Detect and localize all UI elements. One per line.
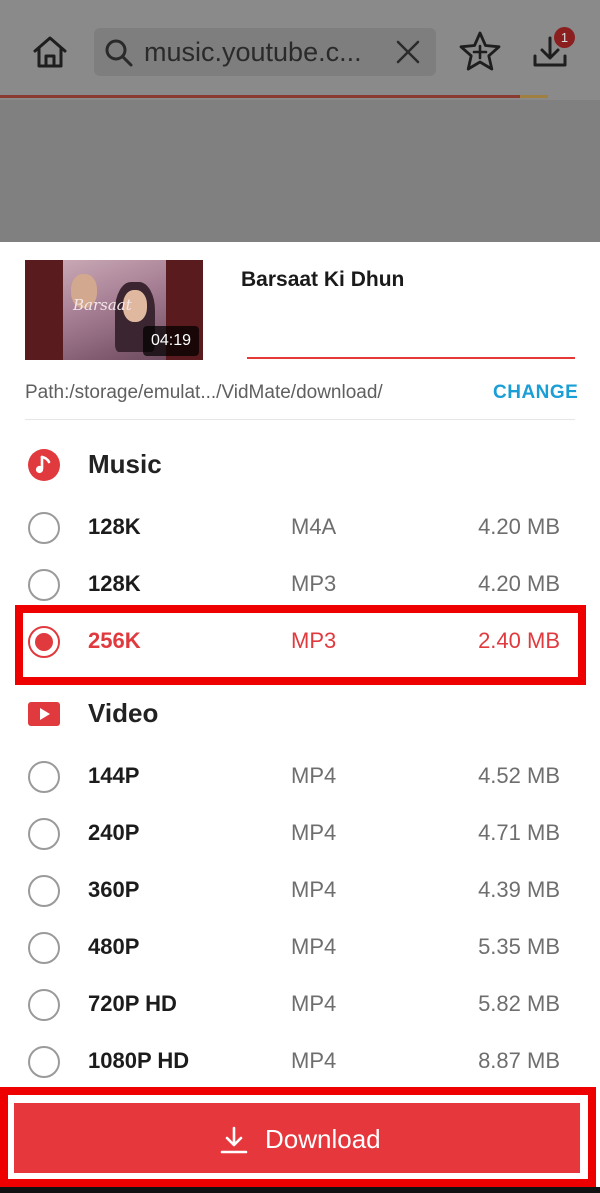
download-count-badge: 1 — [554, 27, 575, 48]
format-option-row[interactable]: 1080P HD MP4 8.87 MB — [0, 1040, 600, 1084]
option-size: 8.87 MB — [478, 1048, 560, 1073]
option-quality: 144P — [88, 763, 140, 788]
url-bar[interactable]: music.youtube.c... — [94, 28, 436, 76]
format-option-row[interactable]: 720P HD MP4 5.82 MB — [0, 983, 600, 1027]
format-option-row[interactable]: 240P MP4 4.71 MB — [0, 812, 600, 856]
video-play-icon — [28, 702, 60, 726]
download-button-label: Download — [265, 1124, 381, 1154]
option-format: MP4 — [291, 991, 337, 1016]
option-format: MP4 — [291, 877, 337, 902]
bottom-edge — [0, 1187, 600, 1193]
video-duration: 04:19 — [143, 326, 199, 356]
music-note-icon — [28, 449, 60, 481]
format-option-row[interactable]: 144P MP4 4.52 MB — [0, 755, 600, 799]
video-section-label: Video — [88, 698, 159, 728]
video-thumbnail: Barsaat 04:19 — [25, 260, 203, 360]
download-icon — [220, 1126, 248, 1154]
poster-title: Barsaat — [73, 296, 132, 314]
browser-toolbar: music.youtube.c... 1 — [0, 0, 600, 100]
option-quality: 240P — [88, 820, 140, 845]
option-format: MP4 — [291, 934, 337, 959]
option-quality: 128K — [88, 514, 141, 539]
format-radio-button[interactable] — [28, 761, 60, 793]
title-input-underline — [247, 357, 575, 359]
star-plus-icon[interactable] — [458, 30, 502, 74]
option-size: 4.71 MB — [478, 820, 560, 845]
option-quality: 720P HD — [88, 991, 177, 1016]
option-quality: 1080P HD — [88, 1048, 190, 1073]
dimmed-background[interactable] — [0, 100, 600, 242]
url-text: music.youtube.c... — [144, 37, 362, 67]
format-radio-button[interactable] — [28, 932, 60, 964]
page-load-progress-tail — [520, 95, 548, 98]
format-radio-button[interactable] — [28, 569, 60, 601]
format-radio-button[interactable] — [28, 989, 60, 1021]
option-format: MP3 — [291, 571, 337, 596]
option-size: 5.82 MB — [478, 991, 560, 1016]
video-title[interactable]: Barsaat Ki Dhun — [241, 268, 404, 292]
option-size: 4.20 MB — [478, 571, 560, 596]
close-icon[interactable] — [394, 38, 422, 66]
format-option-row[interactable]: 480P MP4 5.35 MB — [0, 926, 600, 970]
format-radio-button[interactable] — [28, 875, 60, 907]
change-path-button[interactable]: CHANGE — [493, 382, 578, 404]
option-size: 5.35 MB — [478, 934, 560, 959]
page-load-progress — [0, 95, 520, 98]
option-format: MP4 — [291, 1048, 337, 1073]
option-size: 4.39 MB — [478, 877, 560, 902]
option-quality: 360P — [88, 877, 140, 902]
divider — [25, 419, 575, 420]
option-size: 4.52 MB — [478, 763, 560, 788]
option-quality: 480P — [88, 934, 140, 959]
format-option-row[interactable]: 128K MP3 4.20 MB — [0, 563, 600, 607]
download-path: Path:/storage/emulat.../VidMate/download… — [25, 382, 383, 403]
selected-option-highlight — [15, 605, 586, 685]
download-sheet: Barsaat 04:19 Barsaat Ki Dhun Path:/stor… — [0, 242, 600, 1193]
download-button[interactable]: Download — [12, 1101, 582, 1175]
format-radio-button[interactable] — [28, 512, 60, 544]
option-format: MP4 — [291, 820, 337, 845]
option-quality: 128K — [88, 571, 141, 596]
format-radio-button[interactable] — [28, 818, 60, 850]
option-size: 4.20 MB — [478, 514, 560, 539]
search-icon — [105, 39, 133, 67]
format-option-row[interactable]: 128K M4A 4.20 MB — [0, 506, 600, 550]
home-icon[interactable] — [30, 32, 70, 72]
option-format: MP4 — [291, 763, 337, 788]
format-radio-button[interactable] — [28, 1046, 60, 1078]
option-format: M4A — [291, 514, 337, 539]
music-section-label: Music — [88, 449, 162, 479]
format-option-row[interactable]: 360P MP4 4.39 MB — [0, 869, 600, 913]
